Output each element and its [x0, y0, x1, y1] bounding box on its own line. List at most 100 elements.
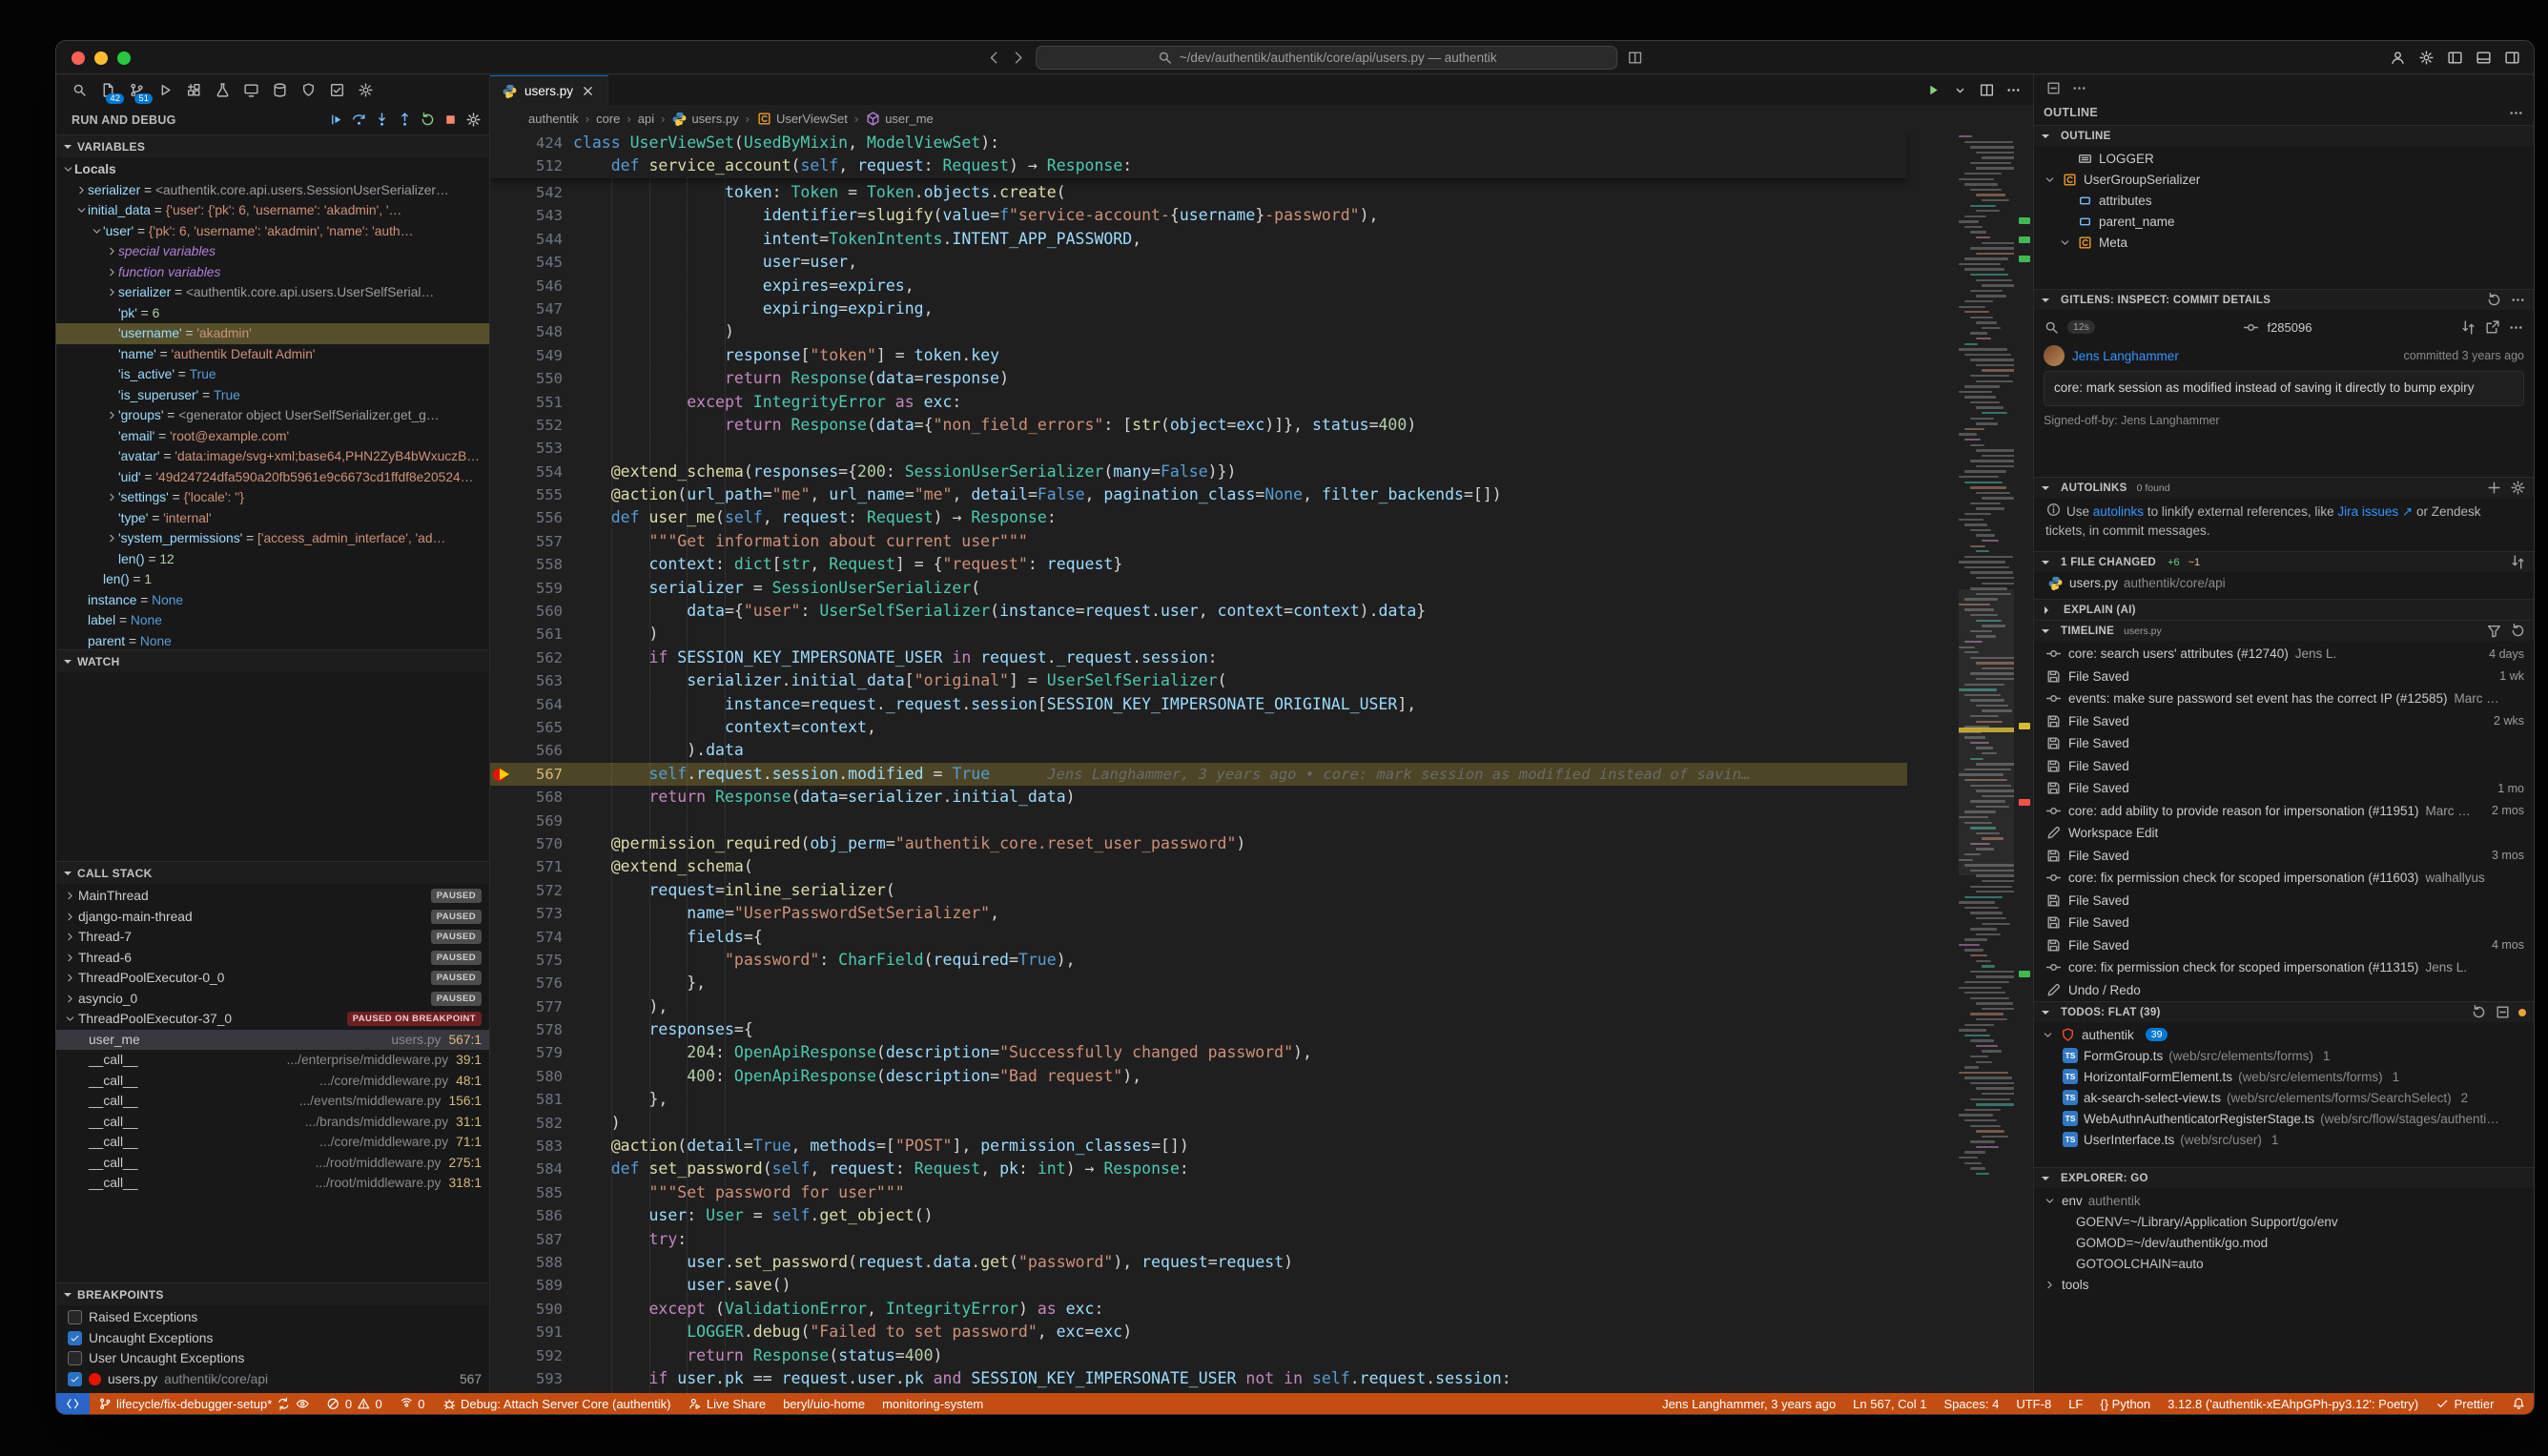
- variable-row[interactable]: 'username' = 'akadmin': [56, 323, 489, 344]
- outline-item[interactable]: UserGroupSerializer: [2034, 169, 2534, 190]
- zoom-window-button[interactable]: [117, 51, 131, 65]
- variable-row[interactable]: 'email' = 'root@example.com': [56, 426, 489, 447]
- code-line[interactable]: 589 user.save(): [490, 1274, 1907, 1297]
- code-line[interactable]: 556 def user_me(self, request: Request) …: [490, 506, 1907, 529]
- todos-collapse-button[interactable]: [2495, 1004, 2511, 1020]
- breakpoint-checkbox[interactable]: [68, 1331, 82, 1345]
- timeline-item[interactable]: Undo / Redo: [2034, 979, 2534, 1002]
- debug-step-over-button[interactable]: [351, 112, 367, 128]
- status-problems-item[interactable]: 00: [318, 1393, 390, 1414]
- code-line[interactable]: 545 user=user,: [490, 251, 1907, 274]
- code-line[interactable]: 575 "password": CharField(required=True)…: [490, 949, 1907, 972]
- code-line[interactable]: 562 if SESSION_KEY_IMPERSONATE_USER in r…: [490, 646, 1907, 669]
- code-line[interactable]: 573 name="UserPasswordSetSerializer",: [490, 902, 1907, 925]
- code-line[interactable]: 547 expiring=expiring,: [490, 297, 1907, 320]
- call-stack-thread[interactable]: ThreadPoolExecutor-0_0PAUSED: [56, 968, 489, 989]
- breakpoint-row[interactable]: Uncaught Exceptions: [56, 1328, 489, 1349]
- status-item[interactable]: Jens Langhammer, 3 years ago: [1654, 1393, 1844, 1414]
- files-changed-section-header[interactable]: 1 FILE CHANGED +6 ~1: [2034, 551, 2534, 572]
- outline-more-button[interactable]: [2508, 105, 2524, 121]
- status-item[interactable]: 0: [391, 1393, 434, 1414]
- status-item[interactable]: Spaces: 4: [1936, 1393, 2008, 1414]
- variable-row[interactable]: len() = 12: [56, 549, 489, 570]
- variable-row[interactable]: initial_data = {'user': {'pk': 6, 'usern…: [56, 200, 489, 221]
- outline-item[interactable]: attributes: [2034, 190, 2534, 211]
- status-item[interactable]: Ln 567, Col 1: [1844, 1393, 1935, 1414]
- close-window-button[interactable]: [72, 51, 85, 65]
- code-line[interactable]: 561 ): [490, 623, 1907, 646]
- status-item[interactable]: LF: [2060, 1393, 2091, 1414]
- timeline-item[interactable]: core: add ability to provide reason for …: [2034, 800, 2534, 823]
- variable-row[interactable]: 'uid' = '49d24724dfa590a20fb5961e9c6673c…: [56, 467, 489, 488]
- code-line[interactable]: 567 self.request.session.modified = True…: [490, 763, 1907, 786]
- variable-row[interactable]: 'user' = {'pk': 6, 'username': 'akadmin'…: [56, 221, 489, 242]
- variable-row[interactable]: len() = 1: [56, 569, 489, 590]
- variable-row[interactable]: parent = None: [56, 631, 489, 650]
- todo-file-row[interactable]: TSWebAuthnAuthenticatorRegisterStage.ts(…: [2034, 1108, 2534, 1129]
- timeline-item[interactable]: File Saved: [2034, 890, 2534, 913]
- debug-stop-button[interactable]: [442, 112, 459, 128]
- variable-row[interactable]: 'name' = 'authentik Default Admin': [56, 344, 489, 365]
- timeline-item[interactable]: File Saved: [2034, 755, 2534, 778]
- status-item[interactable]: Live Share: [679, 1393, 774, 1414]
- breakpoint-row[interactable]: users.pyauthentik/core/api567: [56, 1369, 489, 1390]
- titlebar-layout-sidebar-left-button[interactable]: [2447, 50, 2463, 66]
- code-line[interactable]: 571 @extend_schema(: [490, 855, 1907, 878]
- go-tools-row[interactable]: tools: [2034, 1274, 2534, 1295]
- debug-current-line-indicator[interactable]: [490, 763, 519, 786]
- code-line[interactable]: 543 identifier=slugify(value=f"service-a…: [490, 204, 1907, 227]
- todo-file-row[interactable]: TSFormGroup.ts(web/src/elements/forms)1: [2034, 1045, 2534, 1066]
- breadcrumb-item[interactable]: authentik: [528, 112, 579, 126]
- status-item[interactable]: Prettier: [2427, 1393, 2502, 1414]
- code-line[interactable]: 512 def service_account(self, request: R…: [490, 154, 1907, 177]
- gitlens-search-button[interactable]: [2044, 319, 2060, 336]
- activity-settings-gear-button[interactable]: [356, 80, 376, 100]
- code-line[interactable]: 560 data={"user": UserSelfSerializer(ins…: [490, 600, 1907, 623]
- variable-row[interactable]: 'type' = 'internal': [56, 508, 489, 529]
- code-line[interactable]: 552 return Response(data={"non_field_err…: [490, 414, 1907, 437]
- call-stack-thread[interactable]: asyncio_0PAUSED: [56, 989, 489, 1010]
- code-line[interactable]: 583 @action(detail=True, methods=["POST"…: [490, 1135, 1907, 1158]
- status-branch-item[interactable]: lifecycle/fix-debugger-setup*: [90, 1393, 318, 1414]
- activity-run-debug-button[interactable]: [155, 80, 175, 100]
- breakpoint-checkbox[interactable]: [68, 1310, 82, 1324]
- go-explorer-section-header[interactable]: EXPLORER: GO: [2034, 1167, 2534, 1188]
- activity-beaker-button[interactable]: [213, 80, 233, 100]
- call-stack-frame[interactable]: __call__.../enterprise/middleware.py39:1: [56, 1050, 489, 1071]
- status-item[interactable]: {} Python: [2091, 1393, 2159, 1414]
- status-item[interactable]: beryl/uio-home: [774, 1393, 873, 1414]
- tab-users-py[interactable]: users.py: [490, 75, 608, 105]
- code-line[interactable]: 546 expires=expires,: [490, 275, 1907, 297]
- code-line[interactable]: 586 user: User = self.get_object(): [490, 1204, 1907, 1227]
- outline-section-header[interactable]: OUTLINE: [2034, 125, 2534, 146]
- breadcrumb-item[interactable]: UserViewSet: [756, 111, 848, 127]
- timeline-refresh-button[interactable]: [2510, 623, 2526, 639]
- panel-more-button[interactable]: [2071, 80, 2087, 96]
- activity-search-button[interactable]: [70, 80, 90, 100]
- titlebar-account-button[interactable]: [2390, 50, 2406, 66]
- status-item[interactable]: UTF-8: [2007, 1393, 2060, 1414]
- outline-item[interactable]: LOGGER: [2034, 148, 2534, 169]
- minimize-window-button[interactable]: [94, 51, 108, 65]
- breakpoint-checkbox[interactable]: [68, 1351, 82, 1365]
- code-line[interactable]: 565 context=context,: [490, 716, 1907, 739]
- titlebar-layout-panel-button[interactable]: [2476, 50, 2492, 66]
- code-line[interactable]: 570 @permission_required(obj_perm="authe…: [490, 832, 1907, 855]
- code-line[interactable]: 572 request=inline_serializer(: [490, 879, 1907, 902]
- debug-continue-button[interactable]: [328, 112, 344, 128]
- debug-step-out-button[interactable]: [397, 112, 413, 128]
- minimap[interactable]: [1959, 132, 2014, 1393]
- code-line[interactable]: 542 token: Token = Token.objects.create(: [490, 181, 1907, 204]
- breakpoints-section-header[interactable]: BREAKPOINTS: [56, 1282, 489, 1305]
- go-env-variable[interactable]: GOMOD=~/dev/authentik/go.mod: [2034, 1232, 2534, 1253]
- status-item[interactable]: Debug: Attach Server Core (authentik): [434, 1393, 680, 1414]
- timeline-filter-button[interactable]: [2486, 623, 2502, 639]
- code-line[interactable]: 588 user.set_password(request.data.get("…: [490, 1251, 1907, 1274]
- variable-row[interactable]: 'groups' = <generator object UserSelfSer…: [56, 405, 489, 426]
- timeline-item[interactable]: Workspace Edit: [2034, 822, 2534, 845]
- code-line[interactable]: 577 ),: [490, 995, 1907, 1018]
- panel-collapse-all-button[interactable]: [2045, 80, 2062, 96]
- code-line[interactable]: 578 responses={: [490, 1018, 1907, 1041]
- titlebar-settings-gear-button[interactable]: [2418, 50, 2435, 66]
- status-item[interactable]: monitoring-system: [873, 1393, 992, 1414]
